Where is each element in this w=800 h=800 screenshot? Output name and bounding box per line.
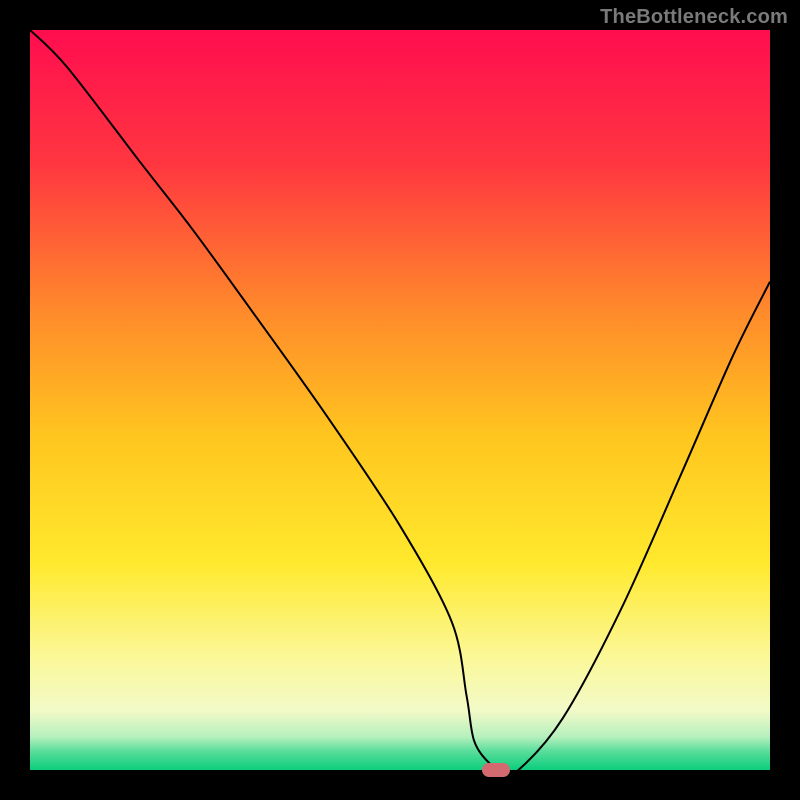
attribution-text: TheBottleneck.com [600,6,788,29]
optimum-marker [482,763,510,777]
chart-frame: TheBottleneck.com [0,0,800,800]
plot-area [30,30,770,770]
bottleneck-curve [30,30,770,770]
